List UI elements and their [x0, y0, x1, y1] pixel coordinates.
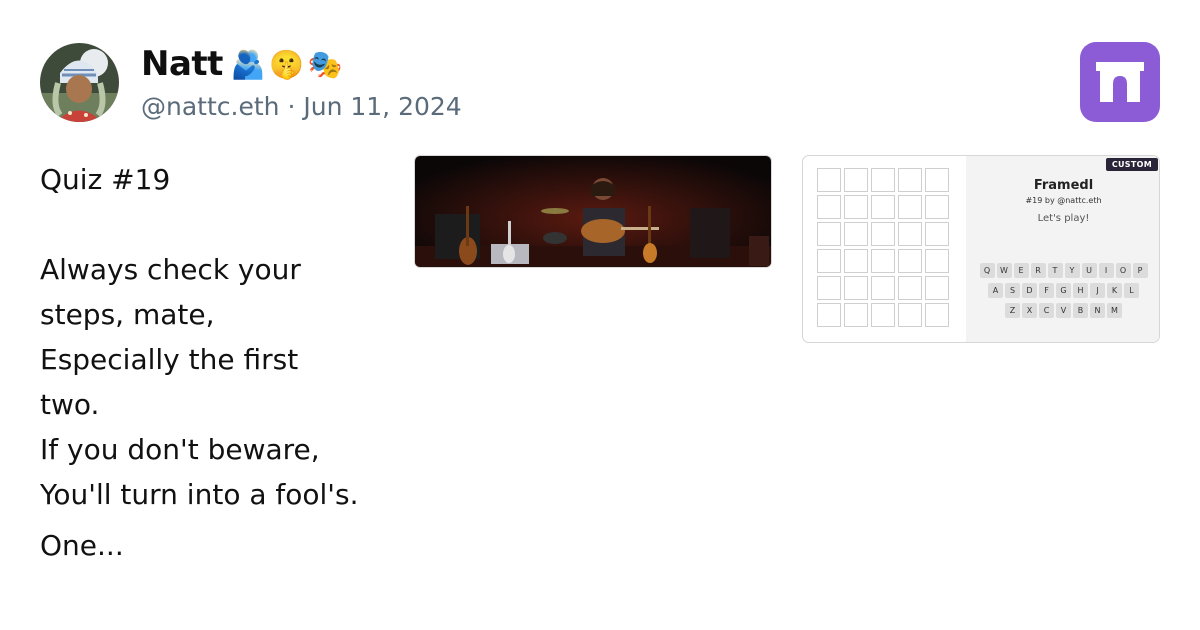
avatar[interactable]	[40, 43, 119, 122]
key-q[interactable]: Q	[979, 263, 995, 278]
keyboard-row: ASDFGHJKL	[988, 283, 1139, 298]
grid-cell	[844, 303, 868, 327]
grid-cell	[817, 168, 841, 192]
key-d[interactable]: D	[1022, 283, 1037, 298]
framedl-panel: CUSTOM Framedl #19 by @nattc.eth Let's p…	[966, 156, 1159, 342]
grid-cell	[817, 303, 841, 327]
grid-cell	[871, 168, 895, 192]
arch-logo-glyph	[1096, 62, 1144, 102]
grid-cell	[898, 222, 922, 246]
grid-cell	[871, 195, 895, 219]
key-m[interactable]: M	[1107, 303, 1122, 318]
author-handle[interactable]: @nattc.eth	[141, 92, 280, 121]
grid-cell	[844, 195, 868, 219]
key-n[interactable]: N	[1090, 303, 1105, 318]
grid-cell	[871, 276, 895, 300]
key-b[interactable]: B	[1073, 303, 1088, 318]
author-emojis: 🫂 🤫 🎭	[230, 47, 343, 81]
grid-cell	[898, 276, 922, 300]
key-j[interactable]: J	[1090, 283, 1105, 298]
grid-cell	[871, 249, 895, 273]
grid-cell	[844, 222, 868, 246]
keyboard-row: QWERTYUIOP	[979, 263, 1148, 278]
key-z[interactable]: Z	[1005, 303, 1020, 318]
key-y[interactable]: Y	[1064, 263, 1080, 278]
grid-cell	[817, 195, 841, 219]
grid-cell	[817, 276, 841, 300]
key-f[interactable]: F	[1039, 283, 1054, 298]
grid-cell	[925, 195, 949, 219]
grid-cell	[925, 168, 949, 192]
guess-grid	[817, 168, 949, 327]
key-x[interactable]: X	[1022, 303, 1037, 318]
framedl-prompt: Let's play!	[1037, 213, 1090, 224]
key-o[interactable]: O	[1115, 263, 1131, 278]
grid-cell	[844, 276, 868, 300]
post-date: Jun 11, 2024	[303, 92, 462, 121]
key-v[interactable]: V	[1056, 303, 1071, 318]
framedl-subtitle: #19 by @nattc.eth	[1025, 196, 1102, 205]
grid-cell	[817, 249, 841, 273]
author-meta: @nattc.eth · Jun 11, 2024	[141, 92, 462, 121]
shushing-face-emoji: 🤫	[269, 47, 304, 81]
meta-separator: ·	[287, 92, 296, 121]
keyboard-row: ZXCVBNM	[1005, 303, 1122, 318]
performing-arts-emoji: 🎭	[307, 47, 343, 81]
key-p[interactable]: P	[1132, 263, 1148, 278]
framedl-frame-card[interactable]: CUSTOM Framedl #19 by @nattc.eth Let's p…	[802, 155, 1160, 343]
grid-cell	[844, 249, 868, 273]
concert-photo-image	[415, 156, 771, 267]
post-title: Quiz #19	[40, 163, 171, 196]
grid-cell	[925, 276, 949, 300]
key-e[interactable]: E	[1013, 263, 1029, 278]
author-name-row: Natt 🫂 🤫 🎭	[141, 44, 343, 84]
key-u[interactable]: U	[1081, 263, 1097, 278]
grid-cell	[898, 303, 922, 327]
people-hugging-emoji: 🫂	[230, 47, 266, 81]
key-h[interactable]: H	[1073, 283, 1088, 298]
post-more-text: One...	[40, 529, 124, 562]
key-r[interactable]: R	[1030, 263, 1046, 278]
post-body: Quiz #19 Always check your steps, mate, …	[40, 157, 400, 568]
key-a[interactable]: A	[988, 283, 1003, 298]
key-c[interactable]: C	[1039, 303, 1054, 318]
key-t[interactable]: T	[1047, 263, 1063, 278]
grid-cell	[898, 249, 922, 273]
grid-cell	[844, 168, 868, 192]
post-poem: Always check your steps, mate, Especiall…	[40, 253, 359, 511]
grid-cell	[898, 195, 922, 219]
key-w[interactable]: W	[996, 263, 1012, 278]
on-screen-keyboard: QWERTYUIOPASDFGHJKLZXCVBNM	[966, 263, 1159, 318]
grid-cell	[925, 249, 949, 273]
key-l[interactable]: L	[1124, 283, 1139, 298]
grid-cell	[817, 222, 841, 246]
custom-badge: CUSTOM	[1105, 158, 1158, 171]
key-g[interactable]: G	[1056, 283, 1071, 298]
grid-cell	[871, 303, 895, 327]
author-name[interactable]: Natt	[141, 44, 223, 84]
concert-photo[interactable]	[414, 155, 772, 268]
key-i[interactable]: I	[1098, 263, 1114, 278]
arch-logo-icon[interactable]	[1080, 42, 1160, 122]
grid-cell	[925, 303, 949, 327]
grid-cell	[925, 222, 949, 246]
key-k[interactable]: K	[1107, 283, 1122, 298]
key-s[interactable]: S	[1005, 283, 1020, 298]
grid-cell	[898, 168, 922, 192]
grid-cell	[871, 222, 895, 246]
framedl-title: Framedl	[1033, 178, 1094, 193]
avatar-image	[40, 43, 119, 122]
